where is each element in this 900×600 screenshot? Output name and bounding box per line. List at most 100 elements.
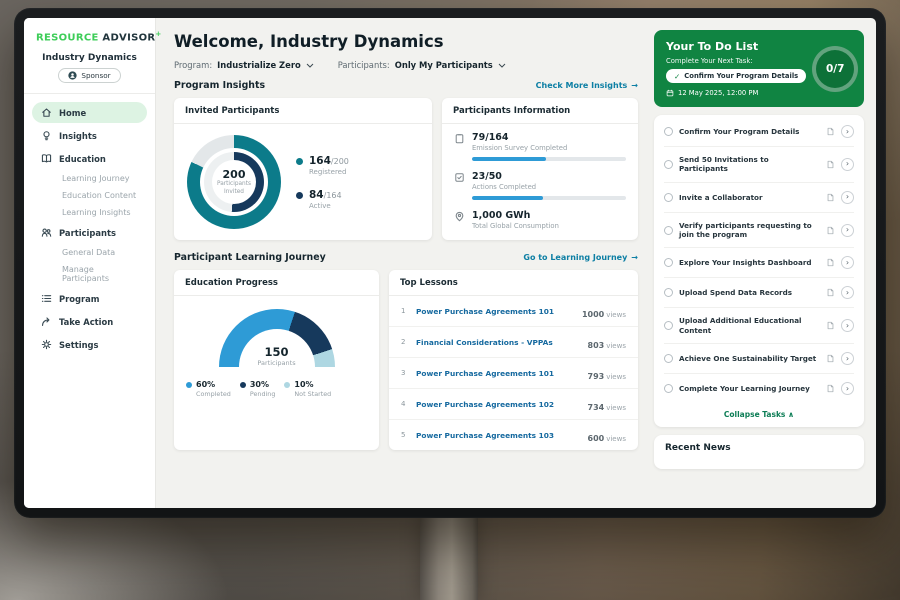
participants-filter-value: Only My Participants [395, 60, 493, 70]
task-checkbox[interactable] [664, 127, 673, 136]
sidebar-item-manage-participants[interactable]: Manage Participants [32, 261, 147, 287]
chevron-right-icon[interactable]: › [841, 158, 854, 171]
sidebar-item-participants[interactable]: Participants [32, 222, 147, 243]
task-label: Upload Additional Educational Content [679, 316, 820, 335]
people-icon [41, 227, 52, 238]
task-row[interactable]: Send 50 Invitations to Participants › [664, 147, 854, 183]
task-checkbox[interactable] [664, 193, 673, 202]
survey-icon [454, 133, 465, 144]
lesson-rank: 3 [401, 369, 408, 377]
todo-progress-ring: 0/7 [812, 46, 858, 92]
program-insights-header: Program Insights Check More Insights → [174, 80, 638, 91]
donut-center: 200 Participants Invited [212, 160, 256, 204]
sidebar-item-learning-insights[interactable]: Learning Insights [32, 204, 147, 221]
legend-dot [284, 382, 290, 388]
sidebar-item-settings[interactable]: Settings [32, 334, 147, 355]
document-icon [826, 354, 835, 363]
stat-value: 23/50 [472, 171, 536, 182]
chevron-right-icon[interactable]: › [841, 319, 854, 332]
task-label: Confirm Your Program Details [679, 127, 820, 136]
lesson-views-count: 734 [588, 403, 605, 412]
sidebar-item-education[interactable]: Education [32, 148, 147, 169]
brand-logo: RESOURCE ADVISOR+ [24, 30, 155, 43]
section-title-program-insights: Program Insights [174, 80, 265, 91]
go-to-learning-journey-link[interactable]: Go to Learning Journey → [523, 253, 638, 262]
task-checkbox[interactable] [664, 160, 673, 169]
lesson-row: 4 Power Purchase Agreements 102 734views [389, 389, 638, 420]
screen: RESOURCE ADVISOR+ Industry Dynamics Spon… [24, 18, 876, 508]
lesson-row: 1 Power Purchase Agreements 101 1000view… [389, 296, 638, 327]
education-progress-card: Education Progress 150 Participants [174, 270, 379, 450]
stat-label: Actions Completed [472, 183, 536, 191]
lesson-link[interactable]: Power Purchase Agreements 102 [416, 400, 580, 409]
task-checkbox[interactable] [664, 226, 673, 235]
learning-cards-row: Education Progress 150 Participants [174, 270, 638, 450]
task-row[interactable]: Upload Spend Data Records › [664, 278, 854, 308]
lesson-link[interactable]: Financial Considerations - VPPAs [416, 338, 580, 347]
program-dropdown[interactable]: Program: Industrialize Zero [174, 60, 314, 70]
org-name: Industry Dynamics [24, 53, 155, 63]
lesson-views-count: 600 [588, 434, 605, 443]
legend-total: /200 [331, 157, 349, 166]
recent-news-title: Recent News [665, 443, 853, 453]
participants-dropdown[interactable]: Participants: Only My Participants [338, 60, 506, 70]
check-more-insights-link[interactable]: Check More Insights → [536, 81, 638, 90]
task-checkbox[interactable] [664, 384, 673, 393]
next-task-label: Confirm Your Program Details [684, 72, 798, 80]
chevron-right-icon[interactable]: › [841, 382, 854, 395]
sidebar-item-education-content[interactable]: Education Content [32, 187, 147, 204]
sidebar: RESOURCE ADVISOR+ Industry Dynamics Spon… [24, 18, 156, 508]
sponsor-badge[interactable]: Sponsor [58, 68, 120, 83]
sidebar-item-take-action[interactable]: Take Action [32, 311, 147, 332]
task-checkbox[interactable] [664, 321, 673, 330]
stat-actions-completed: 23/50 Actions Completed [442, 163, 638, 191]
sidebar-item-insights[interactable]: Insights [32, 125, 147, 146]
task-row[interactable]: Invite a Collaborator › [664, 183, 854, 213]
filters-row: Program: Industrialize Zero Participants… [174, 60, 638, 70]
chevron-right-icon[interactable]: › [841, 256, 854, 269]
chevron-right-icon[interactable]: › [841, 125, 854, 138]
legend-value: 60% [196, 380, 231, 389]
chevron-right-icon[interactable]: › [841, 224, 854, 237]
lesson-link[interactable]: Power Purchase Agreements 101 [416, 369, 580, 378]
lesson-views-suffix: views [606, 342, 626, 350]
stat-value: 79/164 [472, 132, 567, 143]
task-label: Complete Your Learning Journey [679, 384, 820, 393]
task-row[interactable]: Verify participants requesting to join t… [664, 213, 854, 249]
lesson-views-suffix: views [606, 435, 626, 443]
donut-center-label: Participants Invited [215, 181, 253, 195]
monitor-stand [420, 512, 478, 600]
sponsor-badge-label: Sponsor [81, 71, 110, 80]
document-icon [826, 193, 835, 202]
sidebar-item-general-data[interactable]: General Data [32, 244, 147, 261]
task-label: Upload Spend Data Records [679, 288, 820, 297]
sidebar-item-home[interactable]: Home [32, 102, 147, 123]
next-task-chip[interactable]: ✓ Confirm Your Program Details [666, 69, 806, 83]
task-row[interactable]: Achieve One Sustainability Target › [664, 344, 854, 374]
lesson-rank: 2 [401, 338, 408, 346]
lesson-link[interactable]: Power Purchase Agreements 103 [416, 431, 580, 440]
document-icon [826, 321, 835, 330]
lesson-row: 2 Financial Considerations - VPPAs 803vi… [389, 327, 638, 358]
lesson-views-count: 793 [588, 372, 605, 381]
gauge-center-label: Participants [219, 359, 335, 367]
sidebar-item-label: Participants [59, 228, 116, 238]
collapse-tasks-link[interactable]: Collapse Tasks ∧ [664, 403, 854, 422]
task-row[interactable]: Confirm Your Program Details › [664, 117, 854, 147]
task-row[interactable]: Upload Additional Educational Content › [664, 308, 854, 344]
chevron-right-icon[interactable]: › [841, 352, 854, 365]
task-row[interactable]: Complete Your Learning Journey › [664, 374, 854, 403]
sidebar-item-program[interactable]: Program [32, 288, 147, 309]
participants-filter-label: Participants: [338, 60, 390, 70]
sidebar-item-learning-journey[interactable]: Learning Journey [32, 170, 147, 187]
lesson-link[interactable]: Power Purchase Agreements 101 [416, 307, 574, 316]
learning-journey-header: Participant Learning Journey Go to Learn… [174, 252, 638, 263]
task-checkbox[interactable] [664, 354, 673, 363]
task-checkbox[interactable] [664, 288, 673, 297]
task-checkbox[interactable] [664, 258, 673, 267]
task-row[interactable]: Explore Your Insights Dashboard › [664, 248, 854, 278]
chevron-right-icon[interactable]: › [841, 191, 854, 204]
chevron-right-icon[interactable]: › [841, 286, 854, 299]
participants-information-card: Participants Information 79/164 Emission… [442, 98, 638, 240]
location-pin-icon [454, 211, 465, 222]
